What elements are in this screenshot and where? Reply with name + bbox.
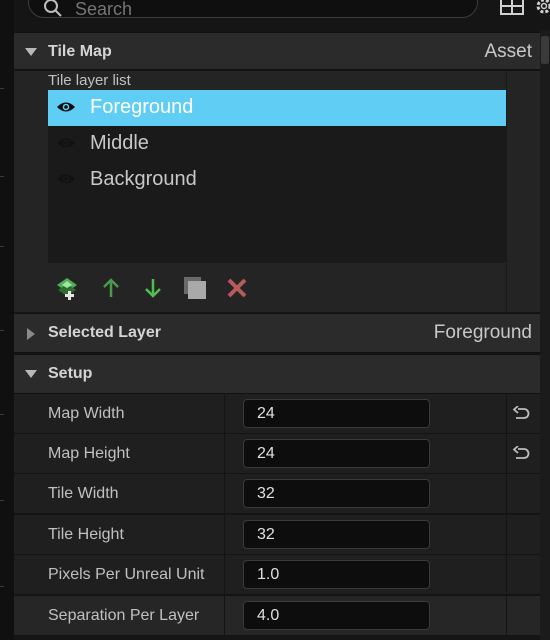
section-title: Selected Layer: [48, 324, 161, 341]
tile-height-input[interactable]: [243, 520, 430, 549]
section-value: Foreground: [433, 322, 532, 343]
section-setup[interactable]: Setup: [14, 354, 540, 394]
map-width-input[interactable]: [243, 399, 430, 428]
chevron-down-icon: [25, 48, 37, 56]
pixels-per-unreal-unit-input[interactable]: [243, 560, 430, 589]
map-height-input[interactable]: [243, 439, 430, 468]
property-label: Map Height: [48, 445, 130, 462]
tile-map-body: Tile layer list Foreground Middle Backgr…: [14, 71, 540, 312]
reset-to-default-icon[interactable]: [512, 406, 530, 422]
property-row-separation-per-layer: Separation Per Layer: [14, 596, 540, 636]
details-panel: Tile Map Asset Tile layer list Foregroun…: [0, 0, 550, 640]
section-tile-map[interactable]: Tile Map Asset: [14, 32, 540, 70]
chevron-down-icon: [25, 370, 37, 378]
move-up-icon: [103, 278, 119, 297]
search-box[interactable]: [28, 0, 478, 21]
scrollbar-track[interactable]: [540, 30, 550, 640]
layer-name: Middle: [90, 132, 149, 154]
property-row-tile-width: Tile Width: [14, 474, 540, 514]
property-label: Tile Width: [48, 485, 119, 502]
layer-row-foreground[interactable]: Foreground: [48, 90, 506, 126]
search-input[interactable]: [73, 0, 457, 21]
move-down-icon: [145, 279, 161, 298]
section-selected-layer[interactable]: Selected Layer Foreground: [14, 313, 540, 353]
separation-per-layer-input[interactable]: [243, 601, 430, 630]
property-label: Separation Per Layer: [48, 607, 200, 624]
duplicate-layer-button[interactable]: [178, 271, 212, 305]
delete-icon: [227, 278, 247, 298]
add-layer-icon: [57, 278, 77, 300]
layer-toolbar: [48, 271, 268, 305]
grid-view-icon[interactable]: [500, 0, 524, 16]
move-layer-up-button[interactable]: [94, 271, 128, 305]
property-row-tile-height: Tile Height: [14, 515, 540, 555]
property-label: Pixels Per Unreal Unit: [48, 566, 205, 583]
layer-name: Foreground: [90, 96, 194, 118]
scrollbar-thumb[interactable]: [541, 36, 549, 64]
left-gutter: [0, 0, 14, 640]
eye-icon[interactable]: [56, 100, 76, 114]
add-layer-button[interactable]: [50, 271, 84, 305]
eye-icon[interactable]: [56, 136, 76, 150]
property-row-map-width: Map Width: [14, 394, 540, 434]
section-title: Tile Map: [48, 43, 112, 60]
chevron-right-icon: [27, 328, 35, 340]
duplicate-icon: [184, 277, 206, 299]
search-icon: [44, 0, 62, 17]
tile-layer-list: Foreground Middle Background: [48, 90, 506, 263]
settings-icon[interactable]: [534, 0, 550, 16]
tile-width-input[interactable]: [243, 479, 430, 508]
property-label: Tile Height: [48, 526, 124, 543]
section-title: Setup: [48, 365, 93, 382]
property-label: Map Width: [48, 405, 125, 422]
property-row-map-height: Map Height: [14, 434, 540, 474]
layer-row-middle[interactable]: Middle: [48, 126, 506, 162]
eye-icon[interactable]: [56, 172, 76, 186]
layer-row-background[interactable]: Background: [48, 162, 506, 198]
delete-layer-button[interactable]: [220, 271, 254, 305]
property-row-pixels-per-unreal-unit: Pixels Per Unreal Unit: [14, 555, 540, 595]
layer-name: Background: [90, 168, 197, 190]
move-layer-down-button[interactable]: [136, 271, 170, 305]
reset-to-default-icon[interactable]: [512, 446, 530, 462]
tile-layer-list-label: Tile layer list: [48, 72, 131, 89]
toolbar: [14, 0, 550, 30]
section-value: Asset: [484, 41, 532, 62]
